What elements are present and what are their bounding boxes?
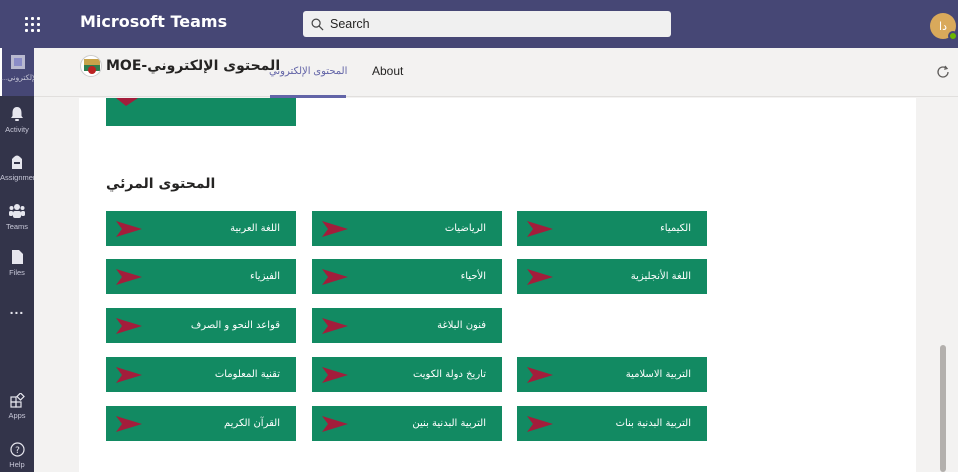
team-title: المحتوى الإلكتروني-MOE	[106, 58, 281, 74]
apps-grid-icon	[9, 393, 25, 408]
subject-label: تقنية المعلومات	[214, 369, 280, 380]
teams-people-icon	[9, 204, 25, 218]
play-arrow-icon	[527, 415, 553, 432]
rail-item-label: Activity	[5, 125, 29, 134]
subject-tile[interactable]: الكيمياء	[517, 211, 707, 246]
play-arrow-icon	[322, 415, 348, 432]
subject-label: الفيزياء	[250, 271, 280, 282]
play-arrow-icon	[527, 220, 553, 237]
help-icon: ?	[9, 442, 25, 457]
svg-text:?: ?	[15, 446, 20, 456]
subject-label: تاريخ دولة الكويت	[412, 369, 486, 380]
subject-label: القرآن الكريم	[223, 418, 280, 429]
search-placeholder: Search	[330, 17, 370, 31]
subject-label: التربية البدنية بنات	[615, 418, 691, 429]
subject-label: قواعد النحو و الصرف	[190, 320, 280, 331]
app-launcher-icon[interactable]	[0, 0, 64, 48]
subject-tile[interactable]: الفيزياء	[106, 259, 296, 294]
subject-label: التربية الاسلامية	[625, 369, 691, 380]
subject-tile[interactable]: اللغة الأنجليزية	[517, 259, 707, 294]
top-bar: Microsoft Teams Search دا	[0, 0, 958, 48]
subject-tile[interactable]: تاريخ دولة الكويت	[312, 357, 502, 392]
rail-item-label: ...نوى الإلكتروني	[1, 73, 35, 82]
subject-tile[interactable]: اللغة العربية	[106, 211, 296, 246]
ministry-logo-icon	[80, 55, 102, 77]
play-arrow-icon	[322, 220, 348, 237]
subject-tile[interactable]: التربية الاسلامية	[517, 357, 707, 392]
rail-item-label: Assignments	[0, 173, 34, 182]
rail-item-teams[interactable]: Teams	[0, 203, 34, 231]
left-rail: ...نوى الإلكتروني Activity Assignments T…	[0, 48, 35, 472]
subject-label: الأحياء	[460, 271, 486, 282]
channel-header: المحتوى الإلكتروني-MOE المحتوى الإلكترون…	[34, 48, 958, 98]
section-title: المحتوى المرئي	[106, 176, 216, 192]
play-arrow-icon	[116, 268, 142, 285]
subject-label: الكيمياء	[660, 223, 691, 234]
play-arrow-icon	[116, 317, 142, 334]
tab-eclass-content[interactable]: المحتوى الإلكتروني	[269, 66, 347, 77]
search-input[interactable]: Search	[303, 11, 671, 37]
rail-item-apps[interactable]: Apps	[0, 393, 34, 420]
play-arrow-icon	[322, 366, 348, 383]
play-arrow-icon	[116, 220, 142, 237]
play-arrow-icon	[322, 317, 348, 334]
more-options-icon: ...	[9, 301, 25, 317]
rail-item-help[interactable]: ? Help	[0, 442, 34, 469]
subject-tile[interactable]: فنون البلاغة	[312, 308, 502, 343]
refresh-icon[interactable]	[936, 64, 950, 83]
vertical-scrollbar[interactable]	[940, 345, 946, 472]
play-arrow-icon	[116, 366, 142, 383]
rail-item-label: Help	[9, 460, 25, 469]
subject-tile[interactable]: القرآن الكريم	[106, 406, 296, 441]
subject-tile[interactable]: الأحياء	[312, 259, 502, 294]
play-arrow-icon	[527, 268, 553, 285]
play-arrow-icon	[116, 415, 142, 432]
main-content: المحتوى المرئي اللغة العربية الرياضيات ا…	[79, 98, 916, 472]
subject-tile[interactable]: الرياضيات	[312, 211, 502, 246]
play-arrow-icon	[322, 268, 348, 285]
file-icon	[11, 250, 23, 264]
subject-label: الرياضيات	[444, 223, 486, 234]
tab-about[interactable]: About	[372, 64, 403, 78]
rail-item-label: Files	[9, 268, 25, 277]
subject-label: اللغة العربية	[230, 223, 280, 234]
avatar[interactable]: دا	[930, 13, 958, 41]
rail-item-more[interactable]: ...	[0, 301, 34, 317]
backpack-icon	[12, 155, 22, 169]
subject-label: التربية البدنية بنين	[412, 418, 486, 429]
search-icon	[311, 18, 324, 30]
app-tile-icon	[11, 55, 25, 69]
subject-tile[interactable]: تقنية المعلومات	[106, 357, 296, 392]
rail-item-activity[interactable]: Activity	[0, 106, 34, 134]
play-arrow-icon	[527, 366, 553, 383]
rail-item-label: Teams	[5, 222, 29, 231]
app-title: Microsoft Teams	[80, 12, 228, 31]
rail-item-label: Apps	[8, 411, 26, 420]
subject-tile[interactable]: قواعد النحو و الصرف	[106, 308, 296, 343]
status-available-icon	[948, 31, 958, 41]
subject-tile[interactable]: التربية البدنية بنين	[312, 406, 502, 441]
subject-label: اللغة الأنجليزية	[630, 271, 691, 282]
avatar-initials: دا	[939, 19, 947, 33]
rail-item-eclass[interactable]: ...نوى الإلكتروني	[0, 48, 35, 96]
partial-subject-tile[interactable]	[106, 98, 296, 126]
rail-item-files[interactable]: Files	[0, 249, 34, 277]
play-arrow-icon	[116, 98, 138, 106]
subject-tile[interactable]: التربية البدنية بنات	[517, 406, 707, 441]
bell-icon	[11, 107, 23, 121]
subject-label: فنون البلاغة	[437, 320, 486, 331]
rail-item-assignments[interactable]: Assignments	[0, 154, 34, 182]
